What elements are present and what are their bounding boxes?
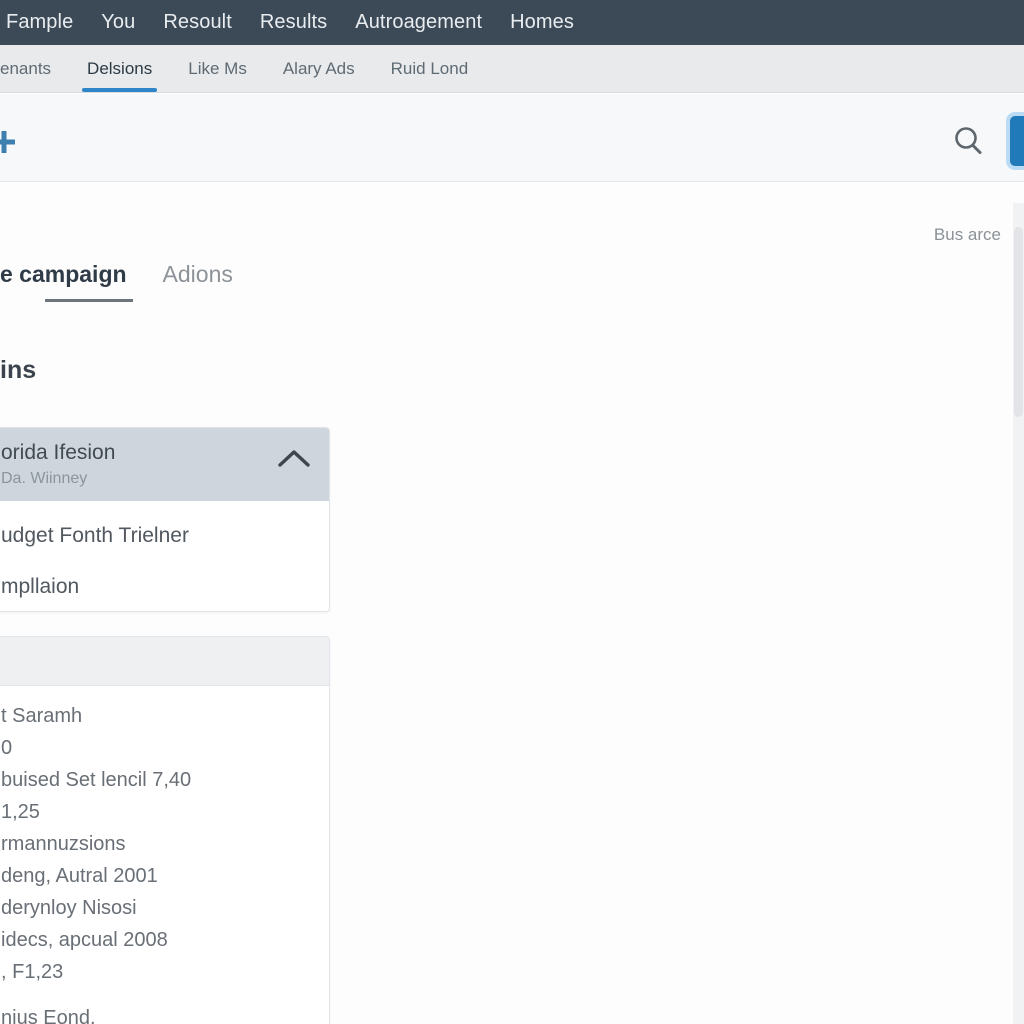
topnav-item-autroagement[interactable]: Autroagement xyxy=(341,0,496,45)
tab-like-ms[interactable]: Like Ms xyxy=(170,45,265,92)
toolbar xyxy=(0,94,1024,182)
tab-ruid-lond[interactable]: Ruid Lond xyxy=(373,45,487,92)
chevron-up-icon[interactable] xyxy=(277,448,311,470)
list-item: 1,25 xyxy=(1,801,40,823)
card-body-list: t Saramh 0 buised Set lencil 7,40 1,25 r… xyxy=(0,686,329,1024)
list-item: nius Eond. xyxy=(1,1007,96,1024)
list-item: deng, Autral 2001 xyxy=(1,865,158,887)
detail-card-secondary: t Saramh 0 buised Set lencil 7,40 1,25 r… xyxy=(0,636,330,1024)
list-item: idecs, apcual 2008 xyxy=(1,929,168,951)
card-header-subtitle: Da. Wiinney xyxy=(1,470,88,487)
section-tabs: e campaign Adions xyxy=(0,261,251,311)
topnav-item-fample[interactable]: Fample xyxy=(0,0,87,45)
card-header-blank[interactable] xyxy=(0,637,329,686)
card-line: mpllaion xyxy=(1,575,80,598)
app-root: Fample You Resoult Results Autroagement … xyxy=(0,0,1024,1024)
tab-enants[interactable]: enants xyxy=(0,45,69,92)
section-tab-adions[interactable]: Adions xyxy=(145,261,251,302)
card-body: udget Fonth Trielner mpllaion xyxy=(0,501,329,611)
breadcrumb-right-label: Bus arce xyxy=(933,225,1001,244)
page-scrollbar-track[interactable] xyxy=(1013,203,1024,1024)
secondary-tab-strip: enants Delsions Like Ms Alary Ads Ruid L… xyxy=(0,45,1024,93)
list-item: rmannuzsions xyxy=(1,833,126,855)
section-heading: ins xyxy=(0,356,37,384)
topnav-item-results[interactable]: Results xyxy=(246,0,341,45)
plus-icon[interactable] xyxy=(0,126,20,158)
collapsible-card-primary: orida Ifesion Da. Wiinney udget Fonth Tr… xyxy=(0,427,330,612)
primary-action-button[interactable] xyxy=(1010,116,1024,166)
topnav-item-you[interactable]: You xyxy=(87,0,149,45)
list-item: t Saramh xyxy=(1,705,83,727)
top-navigation-bar: Fample You Resoult Results Autroagement … xyxy=(0,0,1024,45)
section-tab-campaign[interactable]: e campaign xyxy=(0,261,145,302)
topnav-item-homes[interactable]: Homes xyxy=(496,0,588,45)
tab-alary-ads[interactable]: Alary Ads xyxy=(265,45,373,92)
card-header[interactable]: orida Ifesion Da. Wiinney xyxy=(0,428,329,501)
card-line: udget Fonth Trielner xyxy=(1,524,189,547)
topnav-item-resoult[interactable]: Resoult xyxy=(149,0,246,45)
list-item: derynloy Nisosi xyxy=(1,897,137,919)
card-header-title: orida Ifesion xyxy=(1,441,116,464)
list-item: 0 xyxy=(1,737,13,759)
page-scrollbar-thumb[interactable] xyxy=(1014,227,1023,417)
tab-delsions[interactable]: Delsions xyxy=(69,45,170,92)
search-icon[interactable] xyxy=(951,124,985,158)
list-item: , F1,23 xyxy=(1,961,64,983)
content-area: Bus arce e campaign Adions ins orida Ife… xyxy=(0,183,1024,1024)
list-item: buised Set lencil 7,40 xyxy=(1,769,192,791)
